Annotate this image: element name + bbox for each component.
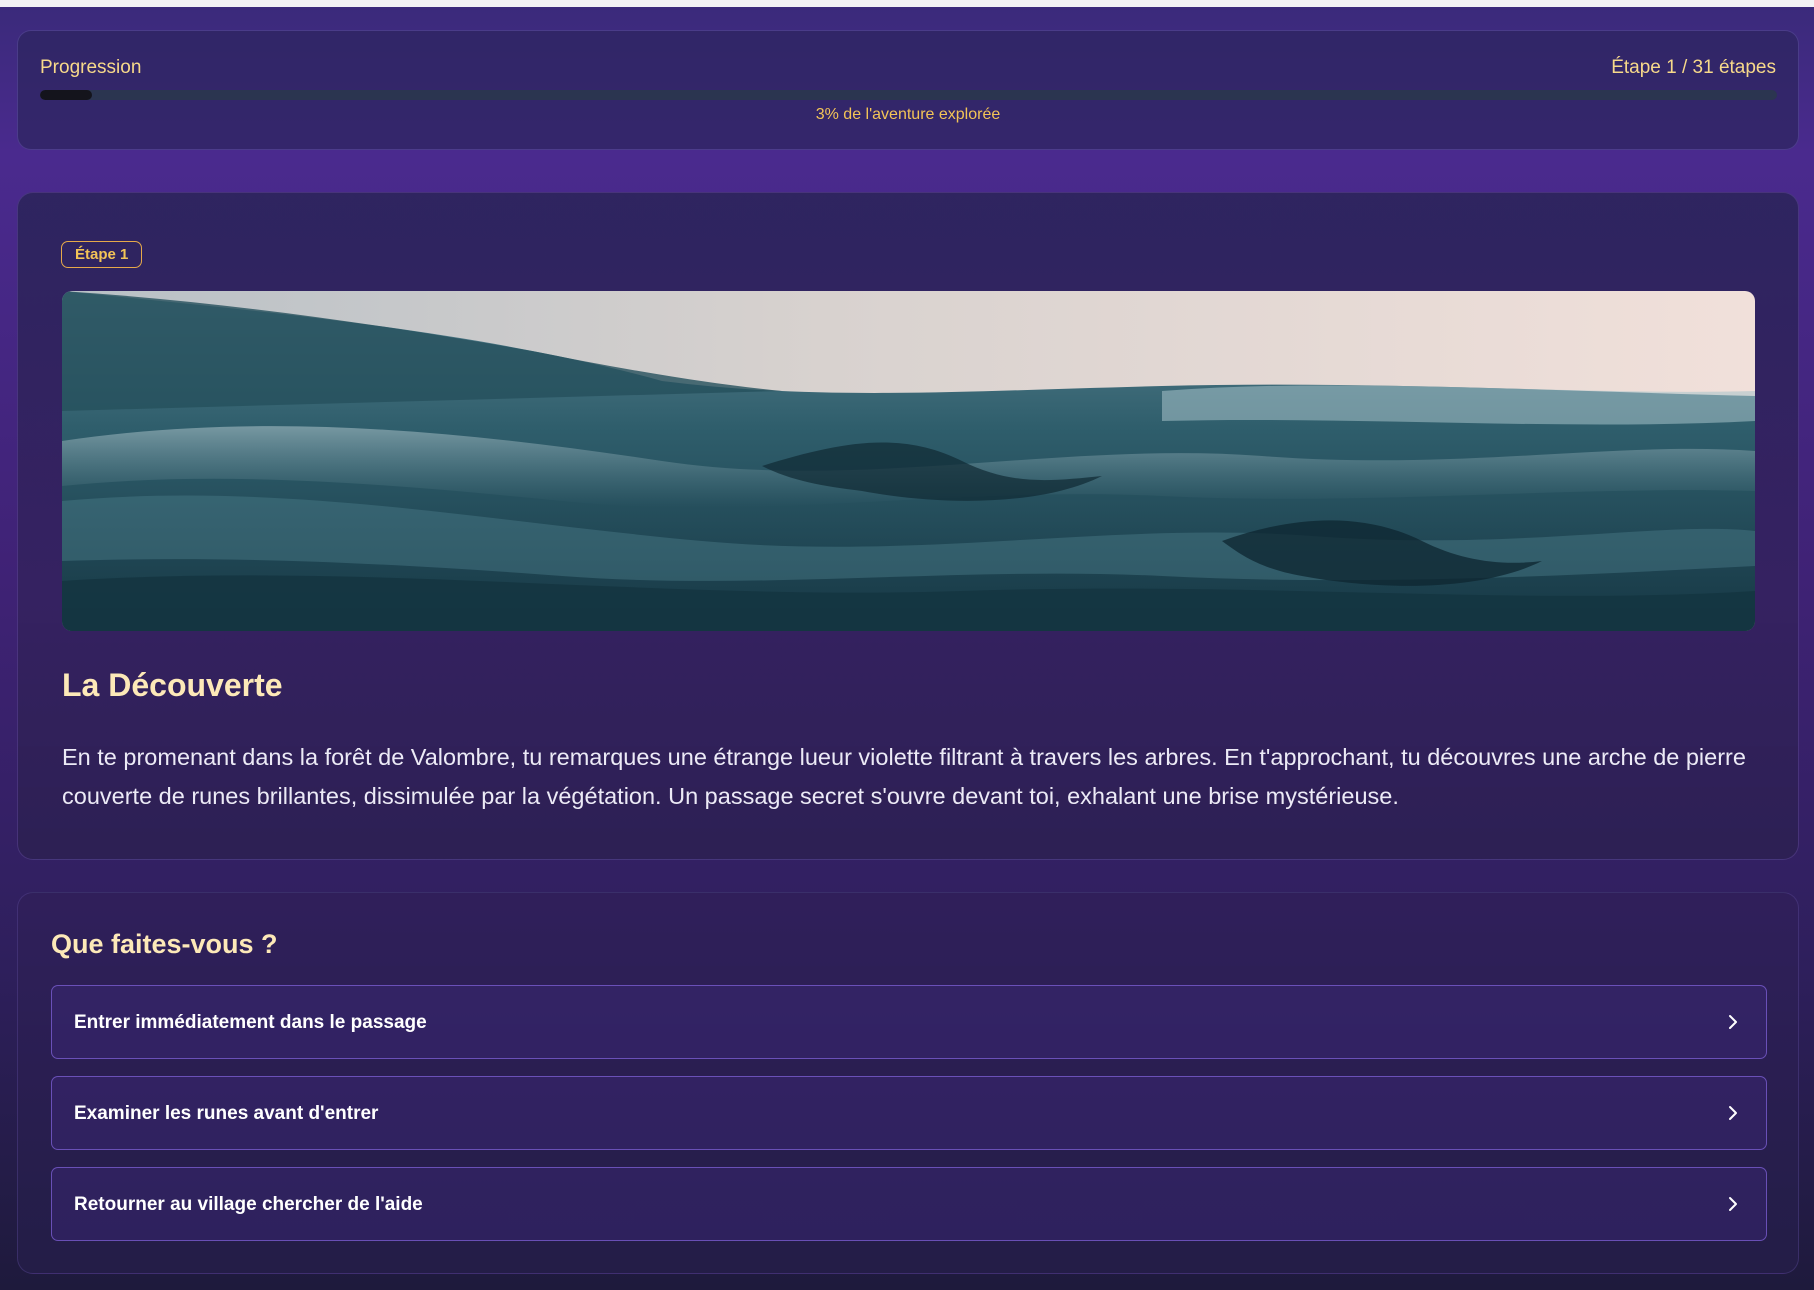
choice-label: Retourner au village chercher de l'aide (74, 1194, 423, 1215)
progress-step-counter: Étape 1 / 31 étapes (1611, 57, 1776, 78)
chevron-right-icon (1729, 1197, 1737, 1211)
story-panel: Étape 1 La Découverte En te promenant da… (17, 192, 1799, 860)
progress-bar (40, 90, 1777, 100)
chevron-right-icon (1729, 1015, 1737, 1029)
choice-label: Examiner les runes avant d'entrer (74, 1103, 379, 1124)
choice-button-return-village[interactable]: Retourner au village chercher de l'aide (51, 1167, 1767, 1241)
chevron-right-icon (1729, 1106, 1737, 1120)
choices-panel: Que faites-vous ? Entrer immédiatement d… (17, 892, 1799, 1274)
progress-label: Progression (40, 57, 142, 78)
progress-panel: Progression Étape 1 / 31 étapes 3% de l'… (17, 30, 1799, 150)
choices-title: Que faites-vous ? (51, 929, 278, 959)
progress-caption: 3% de l'aventure explorée (815, 106, 1001, 123)
choice-label: Entrer immédiatement dans le passage (74, 1012, 427, 1033)
choice-button-examine-runes[interactable]: Examiner les runes avant d'entrer (51, 1076, 1767, 1150)
step-badge: Étape 1 (61, 241, 143, 268)
story-title: La Découverte (62, 667, 283, 703)
story-text: En te promenant dans la forêt de Valombr… (62, 744, 1746, 809)
story-image-ocean-waves (62, 291, 1755, 631)
browser-top-edge (0, 0, 1814, 7)
progress-bar-fill (40, 90, 93, 100)
choice-button-enter-passage[interactable]: Entrer immédiatement dans le passage (51, 985, 1767, 1059)
